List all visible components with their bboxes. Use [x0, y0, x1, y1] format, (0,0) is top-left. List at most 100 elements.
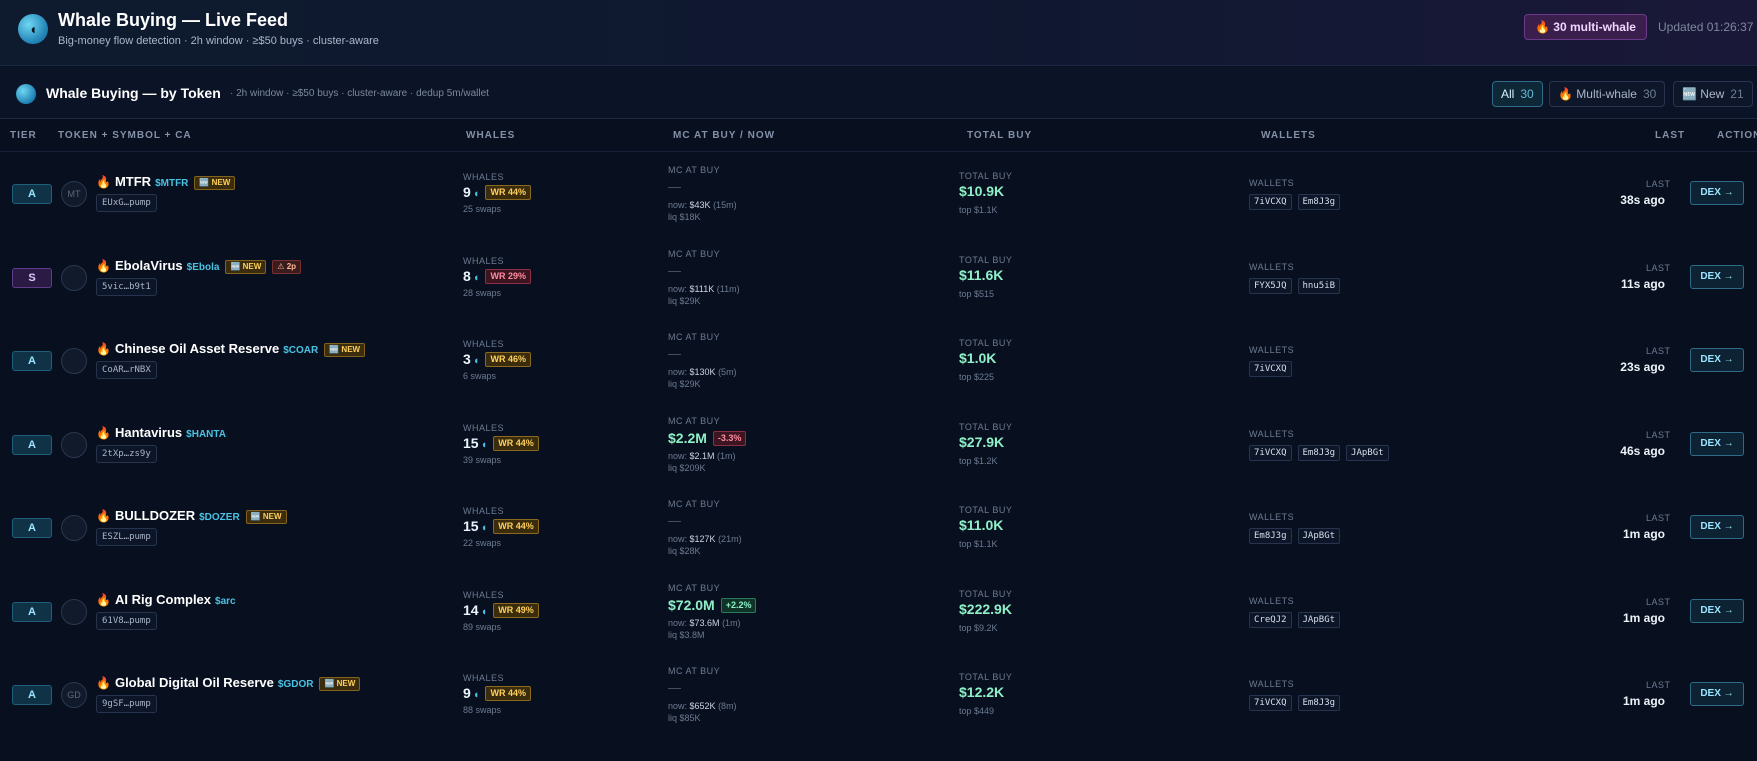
table-row[interactable]: A 🔥 Hantavirus $HANTA 2tXp…zs9y WHALES 15 ◖ WR 4…: [0, 401, 1757, 484]
table-row[interactable]: A 🔥 Chinese Oil Asset Reserve $COAR 🆕 NEW CoA…: [0, 317, 1757, 400]
mc-now-age: (5m): [718, 367, 737, 377]
mc-now-value: $130K: [689, 367, 716, 377]
last-activity: 38s ago: [1620, 193, 1665, 207]
mc-at-buy-empty: —: [668, 346, 681, 361]
filter-new-button[interactable]: 🆕 New 21: [1673, 81, 1753, 107]
token-name[interactable]: AI Rig Complex: [115, 592, 211, 607]
wallets-label: WALLETS: [1249, 679, 1295, 689]
last-label: LAST: [1646, 680, 1671, 690]
filter-all-button[interactable]: All 30: [1492, 81, 1543, 107]
total-buy-label: TOTAL BUY: [959, 505, 1013, 515]
contract-address-chip[interactable]: 9gSF…pump: [96, 695, 157, 713]
whale-count: 9 ◖ WR 44%: [463, 184, 531, 200]
token-name[interactable]: Chinese Oil Asset Reserve: [115, 341, 279, 356]
whales-label: WHALES: [463, 172, 505, 182]
dex-link-button[interactable]: DEX →: [1690, 264, 1744, 289]
token-name[interactable]: BULLDOZER: [115, 508, 195, 523]
token-name[interactable]: Global Digital Oil Reserve: [115, 675, 274, 690]
multi-whale-badge[interactable]: 🔥 30 multi-whale: [1524, 14, 1647, 40]
token-avatar: [61, 598, 87, 625]
column-header-total[interactable]: TOTAL BUY: [967, 130, 1032, 141]
dex-link-button[interactable]: DEX →: [1690, 598, 1744, 623]
dex-link-button[interactable]: DEX →: [1690, 515, 1744, 539]
column-header-last[interactable]: LAST: [1655, 130, 1685, 141]
dex-link-button[interactable]: DEX →: [1690, 682, 1744, 706]
dex-link-button[interactable]: DEX →: [1690, 181, 1744, 205]
filter-count: 21: [1730, 87, 1744, 101]
token-avatar: [61, 515, 87, 541]
fire-icon: 🔥: [96, 676, 111, 690]
token-name[interactable]: Hantavirus: [115, 425, 182, 440]
mc-now-age: (1m): [717, 450, 736, 461]
whale-count-value: 15: [463, 518, 479, 534]
token-symbol: $COAR: [283, 345, 319, 356]
wallet-chip[interactable]: 7iVCXQ: [1249, 695, 1292, 711]
wallets-label: WALLETS: [1249, 261, 1295, 272]
wallet-chip[interactable]: CreQJ2: [1249, 611, 1292, 628]
token-name-line: 🔥 EbolaVirus $Ebola 🆕 NEW ⚠ 2p: [96, 257, 302, 275]
contract-address-chip[interactable]: 61V8…pump: [96, 611, 157, 630]
contract-address-chip[interactable]: ESZL…pump: [96, 528, 157, 546]
wallet-chip[interactable]: 7iVCXQ: [1249, 444, 1292, 461]
wallet-chip[interactable]: Em8J3g: [1297, 695, 1341, 711]
wallet-chip[interactable]: JApBGt: [1297, 528, 1341, 544]
column-header-token[interactable]: TOKEN + SYMBOL + CA: [58, 130, 192, 141]
token-name[interactable]: MTFR: [115, 174, 151, 189]
token-name[interactable]: EbolaVirus: [115, 258, 183, 273]
token-avatar: GD: [61, 682, 87, 708]
wallet-chip[interactable]: 7iVCXQ: [1249, 194, 1292, 210]
fire-icon: 🔥: [96, 592, 111, 607]
table-row[interactable]: A 🔥 BULLDOZER $DOZER 🆕 NEW ESZL…pump WHALES 15 ◖…: [0, 484, 1757, 567]
contract-address-chip[interactable]: 5vic…b9t1: [96, 277, 157, 296]
warning-badge: ⚠ 2p: [272, 259, 302, 274]
whales-label: WHALES: [463, 255, 505, 266]
table-row[interactable]: S 🔥 EbolaVirus $Ebola 🆕 NEW ⚠ 2p 5vic…b9t1 WHAL…: [0, 234, 1757, 317]
column-header-tier[interactable]: TIER: [10, 130, 37, 141]
table-row[interactable]: A MT 🔥 MTFR $MTFR 🆕 NEW EUxG…pump WHALES 9 ◖ WR 44…: [0, 150, 1757, 233]
contract-address-chip[interactable]: 2tXp…zs9y: [96, 444, 157, 463]
whales-label: WHALES: [463, 589, 505, 600]
filter-count: 30: [1520, 87, 1534, 101]
whale-count: 15 ◖ WR 44%: [463, 435, 539, 451]
whale-logo-icon: ◖: [18, 14, 48, 44]
top-bar: ◖ Whale Buying — Live Feed Big-money flo…: [0, 0, 1757, 66]
whale-count: 3 ◖ WR 46%: [463, 351, 531, 367]
table-row[interactable]: A 🔥 AI Rig Complex $arc 61V8…pump WHALES 14 ◖ WR…: [0, 568, 1757, 651]
whales-label: WHALES: [463, 506, 505, 516]
table-row[interactable]: A GD 🔥 Global Digital Oil Reserve $GDOR 🆕 NEW…: [0, 651, 1757, 734]
dex-link-button[interactable]: DEX →: [1690, 431, 1744, 456]
contract-address-chip[interactable]: CoAR…rNBX: [96, 361, 157, 379]
token-avatar: [61, 348, 87, 374]
top-buy: top $449: [959, 706, 995, 716]
column-header-wallets[interactable]: WALLETS: [1261, 130, 1316, 141]
wallet-chip[interactable]: hnu5iB: [1297, 277, 1341, 294]
wallet-chip[interactable]: FYX5JQ: [1249, 277, 1292, 294]
mc-now-age: (1m): [722, 617, 741, 628]
wallet-list: 7iVCXQ Em8J3g JApBGt: [1249, 442, 1395, 461]
token-symbol: $GDOR: [277, 679, 314, 690]
wallet-chip[interactable]: JApBGt: [1346, 444, 1389, 461]
liquidity: liq $29K: [668, 379, 701, 389]
mc-label: MC AT BUY: [668, 499, 721, 509]
total-buy-label: TOTAL BUY: [959, 672, 1013, 682]
mc-at-buy-empty: —: [668, 680, 681, 695]
top-buy: top $1.1K: [959, 539, 998, 549]
wallet-chip[interactable]: Em8J3g: [1249, 528, 1292, 544]
dex-link-button[interactable]: DEX →: [1690, 348, 1744, 372]
wallet-chip[interactable]: Em8J3g: [1297, 444, 1341, 461]
last-activity: 1m ago: [1622, 610, 1665, 625]
contract-address-chip[interactable]: EUxG…pump: [96, 194, 157, 212]
wallet-chip[interactable]: 7iVCXQ: [1249, 361, 1292, 377]
filter-multi-whale-button[interactable]: 🔥 Multi-whale 30: [1549, 81, 1666, 107]
whale-count-value: 9: [463, 184, 471, 200]
column-header-action: ACTION: [1717, 130, 1757, 141]
column-header-mc[interactable]: MC AT BUY / NOW: [673, 130, 775, 141]
wallet-chip[interactable]: JApBGt: [1297, 611, 1341, 628]
mc-now-age: (21m): [718, 534, 742, 544]
mc-now-age: (11m): [716, 283, 740, 294]
wallet-chip[interactable]: Em8J3g: [1297, 194, 1341, 210]
last-activity: 23s ago: [1620, 360, 1665, 374]
new-badge: 🆕 NEW: [324, 343, 366, 357]
column-header-whales[interactable]: WHALES: [466, 130, 515, 141]
mc-at-buy-empty: —: [668, 179, 681, 194]
